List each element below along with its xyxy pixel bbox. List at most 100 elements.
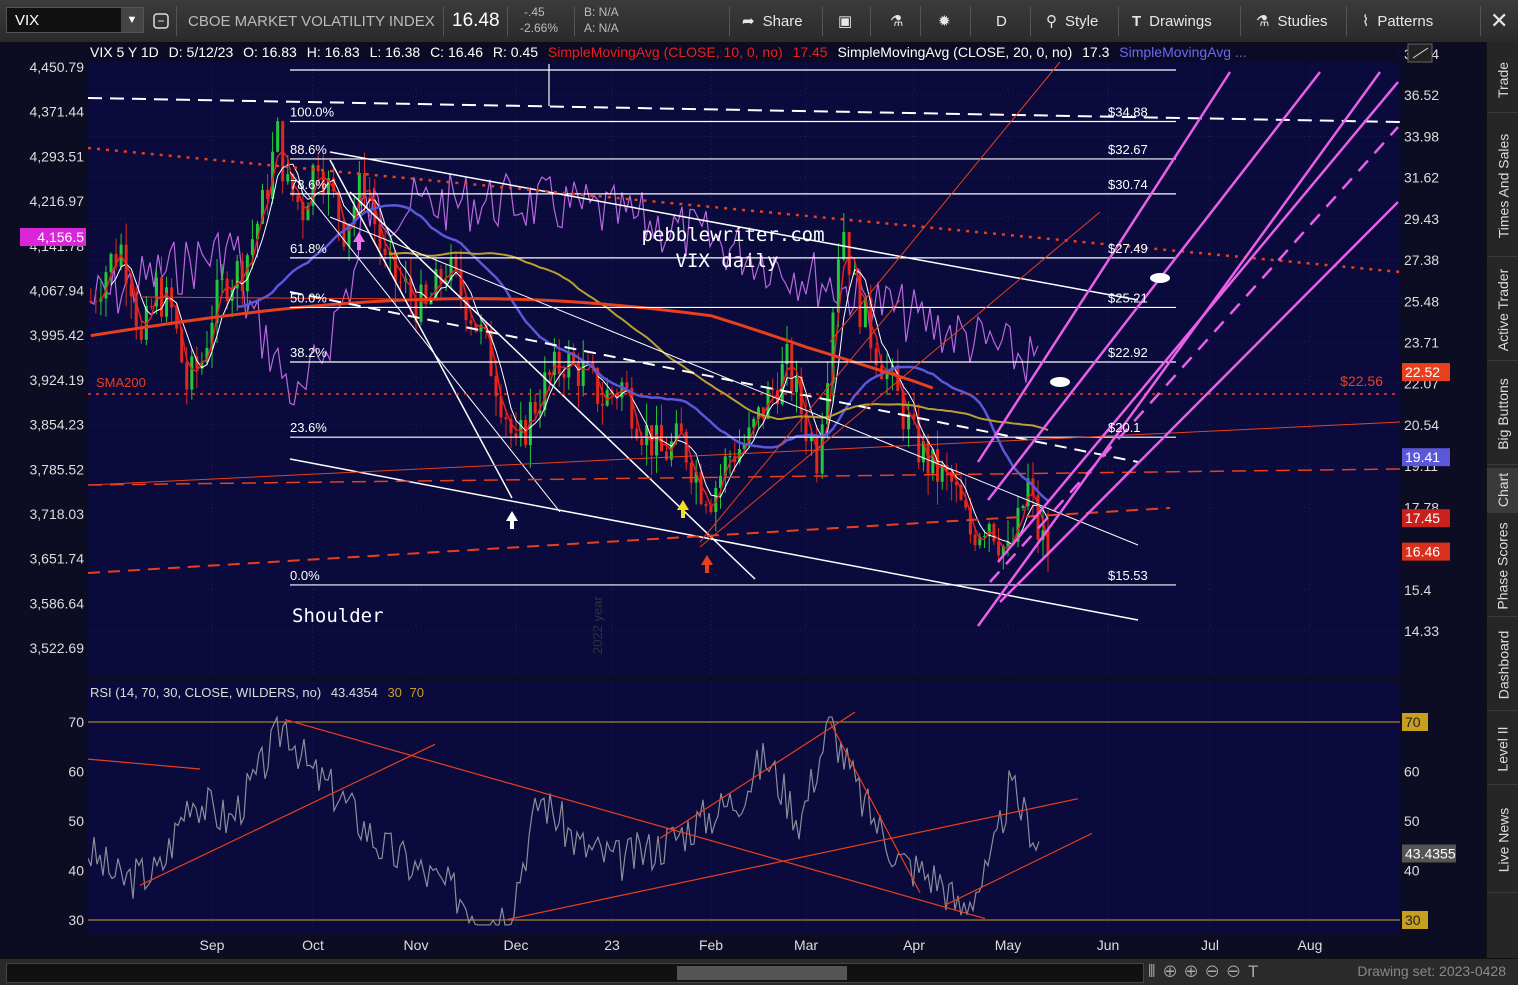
candle bbox=[533, 401, 537, 414]
tab-active-trader[interactable]: Active Trader bbox=[1487, 260, 1518, 361]
right-tick-label: 25.48 bbox=[1404, 293, 1439, 309]
tab-big-buttons[interactable]: Big Buttons bbox=[1487, 364, 1518, 465]
share-label: Share bbox=[762, 12, 803, 30]
style-button[interactable]: ⚲ Style bbox=[1046, 0, 1098, 42]
candle bbox=[997, 541, 1001, 556]
right-tick-label: 15.4 bbox=[1404, 582, 1431, 598]
candle bbox=[704, 503, 708, 506]
candle bbox=[89, 300, 93, 302]
drawings-button[interactable]: T Drawings bbox=[1132, 0, 1212, 42]
patterns-icon: ⌇ bbox=[1362, 13, 1370, 30]
header-open: O: 16.83 bbox=[243, 44, 297, 60]
tab-trade[interactable]: Trade bbox=[1487, 48, 1518, 113]
gear-icon[interactable] bbox=[152, 0, 170, 42]
symbol-input[interactable]: VIX ▼ bbox=[6, 7, 144, 33]
fib-price-label: $25.21 bbox=[1108, 290, 1148, 305]
left-tick-label: 3,995.42 bbox=[30, 327, 85, 343]
fib-price-label: $15.53 bbox=[1108, 568, 1148, 583]
tab-level-ii[interactable]: Level II bbox=[1487, 714, 1518, 785]
rsi-left-tick: 70 bbox=[68, 714, 84, 730]
candle bbox=[973, 534, 977, 546]
header-close: C: 16.46 bbox=[430, 44, 483, 60]
drawings-icon: T bbox=[1132, 12, 1142, 30]
rsi-label: RSI (14, 70, 30, CLOSE, WILDERS, no) bbox=[90, 685, 321, 700]
candle bbox=[728, 456, 732, 458]
rsi-left-tick: 30 bbox=[68, 912, 84, 928]
scrollbar[interactable] bbox=[6, 963, 1144, 983]
tab-label: Times And Sales bbox=[1495, 133, 1511, 239]
price-badge-label: 16.46 bbox=[1405, 544, 1440, 560]
tab-times-and-sales[interactable]: Times And Sales bbox=[1487, 116, 1518, 257]
candle bbox=[276, 121, 280, 152]
fib-price-label: $22.92 bbox=[1108, 345, 1148, 360]
tab-label: Live News bbox=[1495, 807, 1511, 873]
candle bbox=[504, 417, 508, 420]
zoom-tools[interactable]: ⦀⊕⊕⊖⊖T bbox=[1148, 962, 1266, 982]
candle bbox=[519, 419, 523, 438]
patterns-button[interactable]: ⌇ Patterns bbox=[1362, 0, 1433, 42]
tab-phase-scores[interactable]: Phase Scores bbox=[1487, 516, 1518, 617]
sma3-label: SimpleMovingAvg ... bbox=[1119, 44, 1246, 60]
candle bbox=[815, 435, 819, 474]
fib-pct-label: 78.6% bbox=[290, 177, 327, 192]
rsi-left-tick: 40 bbox=[68, 863, 84, 879]
candle bbox=[316, 165, 320, 172]
tab-label: Level II bbox=[1495, 726, 1512, 772]
close-icon[interactable]: ✕ bbox=[1490, 0, 1508, 42]
svg-text:RSI (14, 70, 30, CLOSE, WILDER: RSI (14, 70, 30, CLOSE, WILDERS, no) 43.… bbox=[90, 685, 424, 700]
sma200-label: SMA200 bbox=[96, 375, 146, 390]
chart-area[interactable]: 100.0% $34.88 88.6% $32.67 78.6% $30.74 61.8% $… bbox=[0, 42, 1486, 958]
tab-dashboard[interactable]: Dashboard bbox=[1487, 620, 1518, 711]
candle bbox=[419, 284, 423, 322]
symbol-value: VIX bbox=[15, 12, 40, 29]
rsi-os: 70 bbox=[410, 685, 424, 700]
left-tick-label: 3,651.74 bbox=[30, 551, 85, 567]
studies-button[interactable]: ⚗ Studies bbox=[1256, 0, 1328, 42]
candle bbox=[109, 253, 113, 273]
candle bbox=[581, 361, 585, 387]
scrollbar-thumb[interactable] bbox=[677, 966, 847, 980]
left-tick-label: 4,067.94 bbox=[30, 283, 85, 299]
fib-price-label: $27.49 bbox=[1108, 241, 1148, 256]
snapshot-icon[interactable]: ▣ bbox=[838, 0, 852, 42]
tab-label: Trade bbox=[1495, 61, 1511, 99]
candle bbox=[296, 195, 300, 203]
rsi-ob: 30 bbox=[387, 685, 401, 700]
fib-price-label: $32.67 bbox=[1108, 142, 1148, 157]
candle bbox=[245, 255, 249, 292]
share-button[interactable]: ➦ Share bbox=[742, 0, 803, 42]
candle bbox=[689, 462, 693, 483]
candle bbox=[874, 348, 878, 366]
tab-chart[interactable]: Chart bbox=[1487, 468, 1518, 513]
candle bbox=[655, 425, 659, 456]
flask-icon[interactable]: ⚗ bbox=[890, 0, 903, 42]
share-icon: ➦ bbox=[742, 13, 755, 30]
candle bbox=[820, 424, 824, 474]
period-button[interactable]: D bbox=[996, 0, 1007, 42]
candle bbox=[250, 239, 254, 256]
candle bbox=[469, 320, 473, 324]
candle bbox=[286, 174, 290, 182]
candle bbox=[342, 220, 346, 247]
tab-live-news[interactable]: Live News bbox=[1487, 788, 1518, 893]
left-tick-label: 3,785.52 bbox=[30, 461, 85, 477]
header-low: L: 16.38 bbox=[370, 44, 421, 60]
tab-label: Dashboard bbox=[1495, 630, 1511, 700]
rsi-badge-label: 30 bbox=[1405, 912, 1421, 928]
right-sidebar: Trade Times And Sales Active Trader Big But… bbox=[1486, 42, 1518, 958]
fib-price-label: $34.88 bbox=[1108, 104, 1148, 119]
shoulder-label: Shoulder bbox=[292, 605, 384, 627]
chevron-down-icon[interactable]: ▼ bbox=[121, 8, 143, 32]
instrument-name: CBOE MARKET VOLATILITY INDEX bbox=[188, 12, 435, 30]
pitchfork-handle[interactable] bbox=[1050, 377, 1070, 387]
settings-icon[interactable]: ✹ bbox=[938, 0, 951, 42]
fib-pct-label: 100.0% bbox=[290, 104, 335, 119]
pitchfork-handle[interactable] bbox=[1150, 273, 1170, 283]
x-tick-label: Oct bbox=[302, 937, 324, 953]
candle bbox=[190, 356, 194, 390]
x-tick-label: Aug bbox=[1298, 937, 1323, 953]
expand-icon[interactable] bbox=[1407, 43, 1433, 63]
header-high: H: 16.83 bbox=[307, 44, 360, 60]
candle bbox=[514, 433, 518, 438]
right-tick-label: 36.52 bbox=[1404, 87, 1439, 103]
